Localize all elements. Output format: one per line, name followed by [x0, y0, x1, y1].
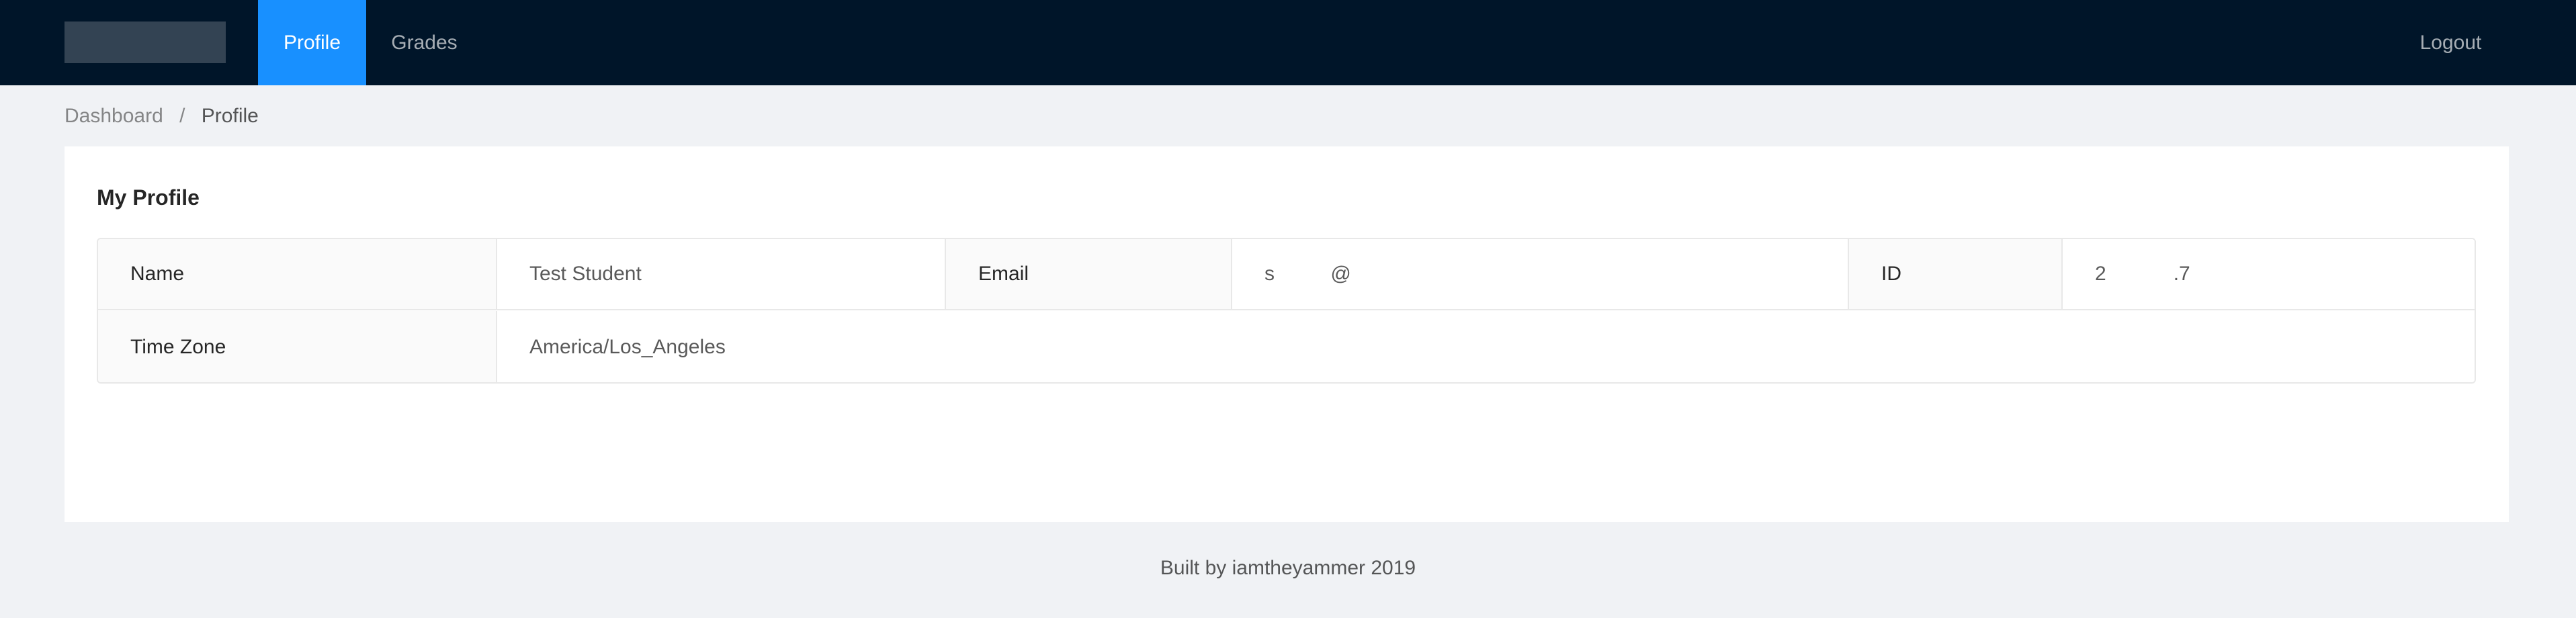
timezone-value: America/Los_Angeles	[497, 311, 2475, 382]
profile-card: My Profile Name Test Student Email s @ I…	[65, 146, 2509, 522]
breadcrumb-dashboard-link[interactable]: Dashboard	[65, 105, 163, 127]
nav-item-grades[interactable]: Grades	[366, 0, 482, 85]
profile-details-table: Name Test Student Email s @ ID 2 .7 Time…	[97, 238, 2476, 384]
footer-credit: Built by iamtheyammer 2019	[1160, 557, 1416, 579]
email-label: Email	[946, 239, 1232, 310]
logout-button[interactable]: Logout	[2392, 0, 2509, 85]
timezone-label: Time Zone	[98, 311, 497, 382]
page-title: My Profile	[97, 185, 200, 210]
email-value-text: s @	[1264, 263, 1351, 285]
name-value: Test Student	[497, 239, 946, 310]
breadcrumb-current-profile: Profile	[201, 105, 259, 127]
breadcrumb: Dashboard / Profile	[65, 104, 259, 128]
id-value-text: 2 .7	[2095, 263, 2190, 285]
nav-item-profile[interactable]: Profile	[258, 0, 366, 85]
top-navbar: Profile Grades Logout	[0, 0, 2576, 85]
email-value: s @	[1232, 239, 1849, 310]
breadcrumb-separator: /	[179, 105, 185, 127]
app-logo[interactable]	[65, 21, 226, 63]
id-label: ID	[1849, 239, 2063, 310]
name-label: Name	[98, 239, 497, 310]
id-value: 2 .7	[2063, 239, 2475, 310]
